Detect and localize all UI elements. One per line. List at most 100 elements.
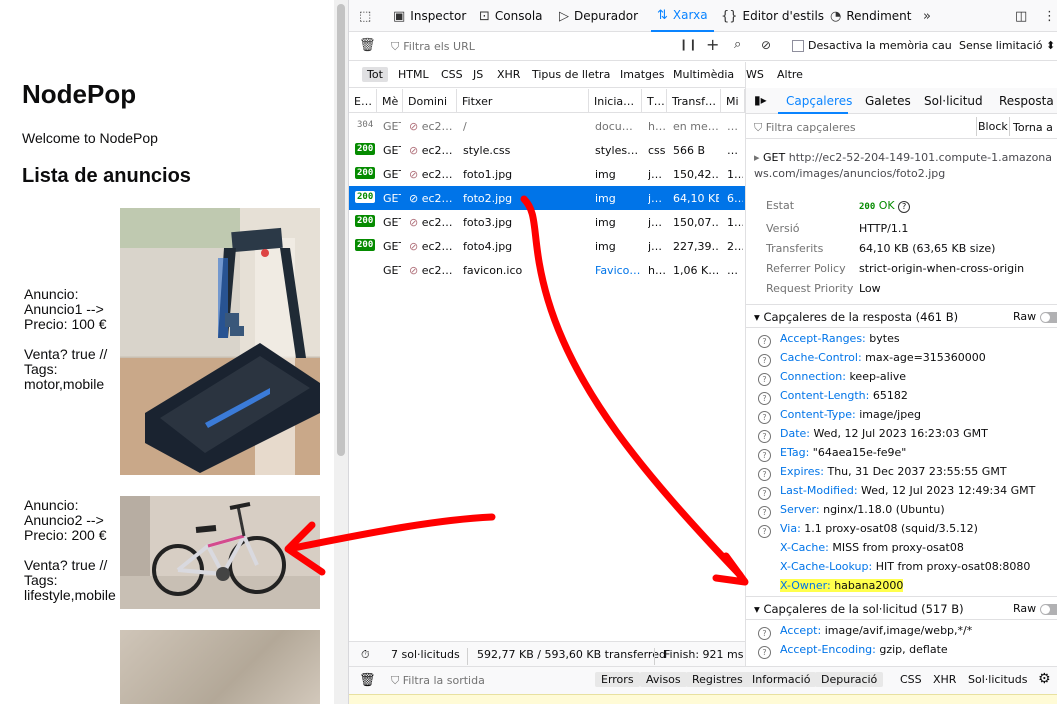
console-info-toggle[interactable]: Informació [746,672,817,687]
type-html[interactable]: HTML [393,67,434,82]
col-status[interactable]: E… [349,89,377,113]
more-menu-button[interactable]: ⋮ [1043,0,1056,32]
col-file[interactable]: Fitxer [457,89,589,113]
clear-console-trash-icon[interactable]: 🗑 [359,673,376,688]
response-header-row[interactable]: ? Expires: Thu, 31 Dec 2037 23:55:55 GMT [758,465,1007,481]
response-header-row[interactable]: ? Server: nginx/1.18.0 (Ubuntu) [758,503,945,519]
response-header-row[interactable]: ? Date: Wed, 12 Jul 2023 16:23:03 GMT [758,427,988,443]
console-requests-toggle[interactable]: Sol·licituds [968,673,1027,686]
request-row[interactable]: 304GET⊘ ec2…/docu…h…en me…… [349,114,745,138]
sidebar-toggle-icon[interactable]: ▮▸ [754,93,767,107]
type-js[interactable]: JS [468,67,488,82]
block-icon[interactable]: ⊘ [761,38,771,52]
headers-filter-input[interactable]: ⛉ Filtra capçaleres [754,121,856,135]
response-header-row[interactable]: ? Accept-Ranges: bytes [758,332,900,348]
request-row[interactable]: 200GET⊘ ec2…style.cssstyles…css566 B… [349,138,745,162]
response-header-row[interactable]: ?X-Cache: MISS from proxy-osat08 [758,541,964,557]
response-header-row[interactable]: ? Cache-Control: max-age=315360000 [758,351,986,367]
response-header-row[interactable]: ? Via: 1.1 proxy-osat08 (squid/3.5.12) [758,522,978,538]
request-row[interactable]: GET⊘ ec2…favicon.icoFavico…h…1,06 K…… [349,258,745,282]
tab-network[interactable]: ⇅ Xarxa [651,0,714,32]
help-icon[interactable]: ? [758,646,771,659]
response-header-row[interactable]: ? Connection: keep-alive [758,370,906,386]
element-picker-button[interactable]: ⬚ [359,0,371,32]
help-icon[interactable]: ? [758,487,771,500]
tab-inspector[interactable]: ▣ Inspector [393,0,466,32]
console-logs-toggle[interactable]: Registres [686,672,749,687]
throttle-select[interactable]: Sense limitació ⬍ [959,39,1055,52]
request-header-row[interactable]: ? Accept-Encoding: gzip, deflate [758,643,948,659]
tab-request[interactable]: Sol·licitud [924,94,983,108]
response-header-row[interactable]: ?X-Owner: habana2000 [758,579,904,595]
request-row[interactable]: 200 GET ⊘ ec2… foto4.jpg img j… 227,39… 2… [349,234,745,258]
raw-toggle[interactable] [1040,604,1057,615]
request-row[interactable]: 200 GET ⊘ ec2… foto2.jpg img j… 64,10 KB 6… [349,186,745,210]
console-input-strip[interactable] [349,694,1057,704]
add-filter-plus-icon[interactable]: + [706,35,719,54]
response-header-row[interactable]: ? Last-Modified: Wed, 12 Jul 2023 12:49:3… [758,484,1035,500]
more-tools-button[interactable]: » [923,0,931,32]
checkbox-box[interactable] [792,39,804,52]
console-errors-toggle[interactable]: Errors [595,672,640,687]
console-warnings-toggle[interactable]: Avisos [640,672,687,687]
tab-style-editor[interactable]: {} Editor d'estils [721,0,824,32]
resend-button[interactable]: Torna a e [1013,121,1057,134]
type-css[interactable]: CSS [436,67,468,82]
header-text: Accept-Ranges: bytes [780,332,900,345]
help-icon[interactable]: ? [758,373,771,386]
response-header-row[interactable]: ?X-Cache-Lookup: HIT from proxy-osat08:8… [758,560,1030,576]
request-headers-section[interactable]: ▾ Capçaleres de la sol·licitud (517 B) R… [746,596,1057,620]
help-icon[interactable]: ? [758,449,771,462]
response-headers-section[interactable]: ▾ Capçaleres de la resposta (461 B) Raw [746,304,1057,328]
response-header-row[interactable]: ? ETag: "64aea15e-fe9e" [758,446,906,462]
request-row[interactable]: 200 GET ⊘ ec2… foto1.jpg img j… 150,42… 1… [349,162,745,186]
tab-headers[interactable]: Capçaleres [786,94,852,108]
tab-console[interactable]: ⊡ Consola [479,0,543,32]
help-icon[interactable]: ? [758,392,771,405]
col-size[interactable]: Mi [721,89,745,113]
console-settings-gear-icon[interactable]: ⚙ [1038,671,1051,687]
tab-performance[interactable]: ◔ Rendiment [830,0,911,32]
request-url[interactable]: http://ec2-52-204-149-101.compute-1.amaz… [754,151,1052,180]
console-css-toggle[interactable]: CSS [900,673,922,686]
tab-response[interactable]: Resposta [999,94,1054,108]
request-row[interactable]: 200 GET ⊘ ec2… foto3.jpg img j… 150,07… 1… [349,210,745,234]
help-icon[interactable]: ? [758,525,771,538]
help-icon[interactable]: ? [758,468,771,481]
page-scrollbar-thumb[interactable] [337,4,345,456]
url-filter-input[interactable]: ⛉ Filtra els URL [391,40,475,54]
col-type[interactable]: T… [642,89,667,113]
help-icon[interactable]: ? [758,506,771,519]
pause-icon[interactable]: ❙❙ [679,38,697,51]
type-images[interactable]: Imatges [615,67,670,82]
console-filter-input[interactable]: ⛉ Filtra la sortida [391,674,485,688]
help-icon[interactable]: ? [758,411,771,424]
search-icon[interactable]: ⌕ [734,37,741,52]
col-initiator[interactable]: Inicia… [589,89,642,113]
type-all[interactable]: Tot [362,67,388,82]
help-icon[interactable]: ? [758,430,771,443]
disable-cache-checkbox[interactable]: Desactiva la memòria cau [792,39,952,52]
request-header-row[interactable]: ? Accept: image/avif,image/webp,*/* [758,624,972,640]
tab-debugger[interactable]: ▷ Depurador [559,0,638,32]
col-domain[interactable]: Domini [403,89,457,113]
console-xhr-toggle[interactable]: XHR [933,673,956,686]
response-header-row[interactable]: ? Content-Length: 65182 [758,389,908,405]
help-icon[interactable]: ? [758,354,771,367]
type-fonts[interactable]: Tipus de lletra [527,67,615,82]
raw-toggle[interactable] [1040,312,1057,323]
help-icon[interactable]: ? [758,627,771,640]
type-xhr[interactable]: XHR [492,67,525,82]
expand-icon[interactable]: ▸ [754,151,760,164]
clear-trash-icon[interactable]: 🗑 [359,38,376,53]
block-button[interactable]: Block [978,120,1008,133]
dock-button[interactable]: ◫ [1015,0,1027,32]
col-method[interactable]: Mè [377,89,403,113]
type-media[interactable]: Multimèdia [668,67,739,82]
help-icon[interactable]: ? [898,201,911,213]
col-transferred[interactable]: Transf… [667,89,721,113]
response-header-row[interactable]: ? Content-Type: image/jpeg [758,408,921,424]
console-debug-toggle[interactable]: Depuració [815,672,884,687]
tab-cookies[interactable]: Galetes [865,94,911,108]
help-icon[interactable]: ? [758,335,771,348]
